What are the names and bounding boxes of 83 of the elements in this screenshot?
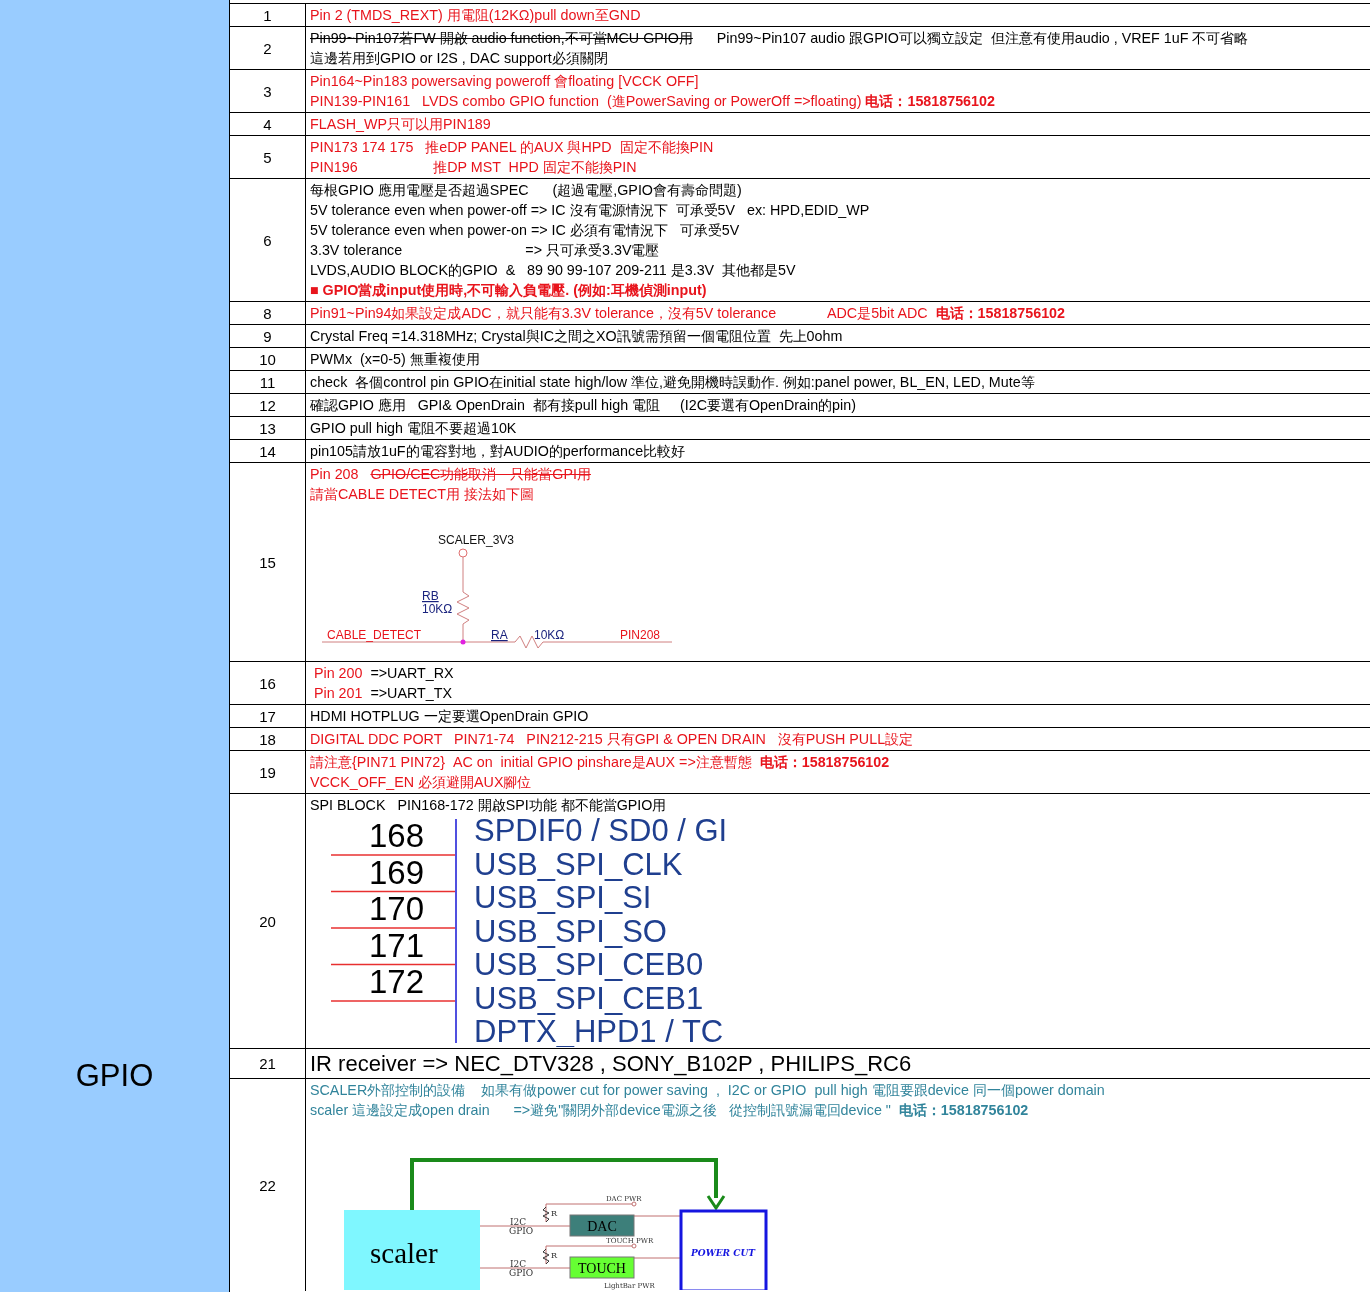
bus-label: I2C xyxy=(510,1217,527,1227)
note-text: 3.3V tolerance => 只可承受3.3V電壓 xyxy=(310,241,660,260)
resistor-label: R xyxy=(551,1209,558,1218)
note-text: 每根GPIO 應用電壓是否超過SPEC (超過電壓,GPIO會有壽命問題) xyxy=(310,181,742,200)
row-number: 14 xyxy=(230,440,306,462)
device-block: TOUCH xyxy=(569,1256,635,1279)
note-text: 請當CABLE DETECT用 接法如下圖 xyxy=(310,485,534,504)
row-number: 19 xyxy=(230,751,306,793)
note-text: 確認GPIO 應用 GPI& OpenDrain 都有接pull high 電阻 (I2C要選有OpenDrain的pin) xyxy=(310,396,856,415)
note-text: 請注意{PIN71 PIN72} AC on initial GPIO pinshare是AUX =>注意暫態 电话：15818756102 xyxy=(310,753,890,772)
note-text: LVDS,AUDIO BLOCK的GPIO & 89 90 99-107 209-211 是3.3V 其他都是5V xyxy=(310,261,796,280)
signal-label: USB_SPI_CEB0 xyxy=(474,947,704,982)
row-number: 21 xyxy=(230,1049,306,1078)
note-text: Pin91~Pin94如果設定成ADC，就只能有3.3V tolerance，沒有5V tolerance ADC是5bit ADC 电话：15818756102 xyxy=(310,304,1065,323)
row-number: 1 xyxy=(230,4,306,26)
row-number: 17 xyxy=(230,705,306,727)
note-text: Pin 201 =>UART_TX xyxy=(312,684,452,703)
row-number: 12 xyxy=(230,394,306,416)
note-text: Pin 2 (TMDS_REXT) 用電阻(12KΩ)pull down至GND xyxy=(310,6,641,25)
device-block: DAC xyxy=(569,1214,635,1237)
row-number: 16 xyxy=(230,662,306,704)
signal-label: USB_SPI_SI xyxy=(474,880,652,915)
note-text: Pin 208 GPIO/CEC功能取消 只能當GPI用 xyxy=(310,465,591,484)
row-number: 9 xyxy=(230,325,306,347)
pin-number: 168 xyxy=(368,817,424,854)
note-text: Crystal Freq =14.318MHz; Crystal與IC之間之XO訊號需預留一個電阻位置 先上0ohm xyxy=(310,327,843,346)
note-text: PIN139-PIN161 LVDS combo GPIO function (進PowerSaving or PowerOff =>floating) 电话：15818756102 xyxy=(310,92,995,111)
resistor-label: R xyxy=(551,1251,558,1260)
row-number: 10 xyxy=(230,348,306,370)
resistor-value: 10KΩ xyxy=(534,628,565,642)
row-number: 8 xyxy=(230,302,306,324)
bus-label: GPIO xyxy=(509,1268,534,1278)
pin-label: PIN208 xyxy=(620,628,661,642)
row-number: 22 xyxy=(230,1079,306,1291)
pin-number: 169 xyxy=(368,853,424,891)
category-label: GPIO xyxy=(75,1058,154,1094)
power-cut-block: POWER CUT xyxy=(679,1209,768,1290)
note-text: PWMx (x=0-5) 無重複使用 xyxy=(310,350,480,369)
note-text: 這邊若用到GPIO or I2S , DAC support必須關閉 xyxy=(310,49,608,68)
resistor-label: RA xyxy=(491,628,508,642)
note-text: IR receiver => NEC_DTV328 , SONY_B102P , PHILIPS_RC6 xyxy=(310,1050,912,1077)
note-text: DIGITAL DDC PORT PIN71-74 PIN212-215 只有GPI & OPEN DRAIN 沒有PUSH PULL設定 xyxy=(310,730,914,749)
note-text: ■ GPIO當成input使用時,不可輸入負電壓. (例如:耳機偵測input) xyxy=(310,281,707,300)
signal-label: SPDIF0 / SD0 / GI xyxy=(474,815,728,848)
net-label: CABLE_DETECT xyxy=(327,628,422,642)
net-label: SCALER_3V3 xyxy=(438,533,515,547)
resistor-label: RB xyxy=(422,589,439,603)
row-number: 4 xyxy=(230,113,306,135)
note-text: Pin164~Pin183 powersaving poweroff 會floating [VCCK OFF] xyxy=(310,72,699,91)
pin-number: 170 xyxy=(368,890,424,927)
signal-label: USB_SPI_CLK xyxy=(474,846,683,882)
note-text: 5V tolerance even when power-on => IC 必須有電情況下 可承受5V xyxy=(310,221,740,240)
pin-number: 171 xyxy=(368,926,424,964)
signal-label: USB_SPI_SO xyxy=(474,913,667,949)
row-number: 3 xyxy=(230,70,306,112)
pin-number: 172 xyxy=(368,963,424,1000)
note-text: PIN173 174 175 推eDP PANEL 的AUX 與HPD 固定不能換PIN xyxy=(310,138,714,157)
row-number: 6 xyxy=(230,179,306,301)
row-number: 5 xyxy=(230,136,306,178)
note-text: SPI BLOCK PIN168-172 開啟SPI功能 都不能當GPIO用 xyxy=(310,796,667,815)
row-number: 2 xyxy=(230,27,306,69)
note-text: check 各個control pin GPIO在initial state high/low 準位,避免開機時誤動作. 例如:panel power, BL_EN, LED, Mute等 xyxy=(310,373,1035,392)
note-text: HDMI HOTPLUG 一定要選OpenDrain GPIO xyxy=(310,707,589,726)
note-text: PIN196 推DP MST HPD 固定不能換PIN xyxy=(310,158,637,177)
note-text: Pin99~Pin107若FW 開啟 audio function,不可當MCU GPIO用 Pin99~Pin107 audio 跟GPIO可以獨立設定 但注意有使用audio , VREF 1uF 不可省略 xyxy=(310,29,1249,48)
row-number: 11 xyxy=(230,371,306,393)
signal-label: USB_SPI_CEB1 xyxy=(474,980,704,1016)
scaler-block: scaler xyxy=(344,1210,480,1290)
note-text: 5V tolerance even when power-off => IC 沒有電源情況下 可承受5V ex: HPD,EDID_WP xyxy=(310,201,870,220)
note-text: Pin 200 =>UART_RX xyxy=(312,664,454,683)
note-text: FLASH_WP只可以用PIN189 xyxy=(310,115,491,134)
note-text: VCCK_OFF_EN 必須避開AUX腳位 xyxy=(310,773,532,792)
row-number: 15 xyxy=(230,463,306,661)
note-text: scaler 這邊設定成open drain =>避免"關閉外部device電源之後 從控制訊號漏電回device " 电话：15818756102 xyxy=(310,1101,1029,1120)
row-number: 13 xyxy=(230,417,306,439)
note-text: SCALER外部控制的設備 如果有做power cut for power saving , I2C or GPIO pull high 電阻要跟device 同一個power domain xyxy=(310,1081,1105,1100)
bus-label: I2C xyxy=(510,1259,527,1269)
note-text: pin105請放1uF的電容對地，對AUDIO的performance比較好 xyxy=(310,442,686,461)
resistor-value: 10KΩ xyxy=(422,602,453,616)
row-number: 20 xyxy=(230,794,306,1048)
row-number: 18 xyxy=(230,728,306,750)
bus-label: GPIO xyxy=(509,1226,534,1236)
note-text: GPIO pull high 電阻不要超過10K xyxy=(310,419,517,438)
